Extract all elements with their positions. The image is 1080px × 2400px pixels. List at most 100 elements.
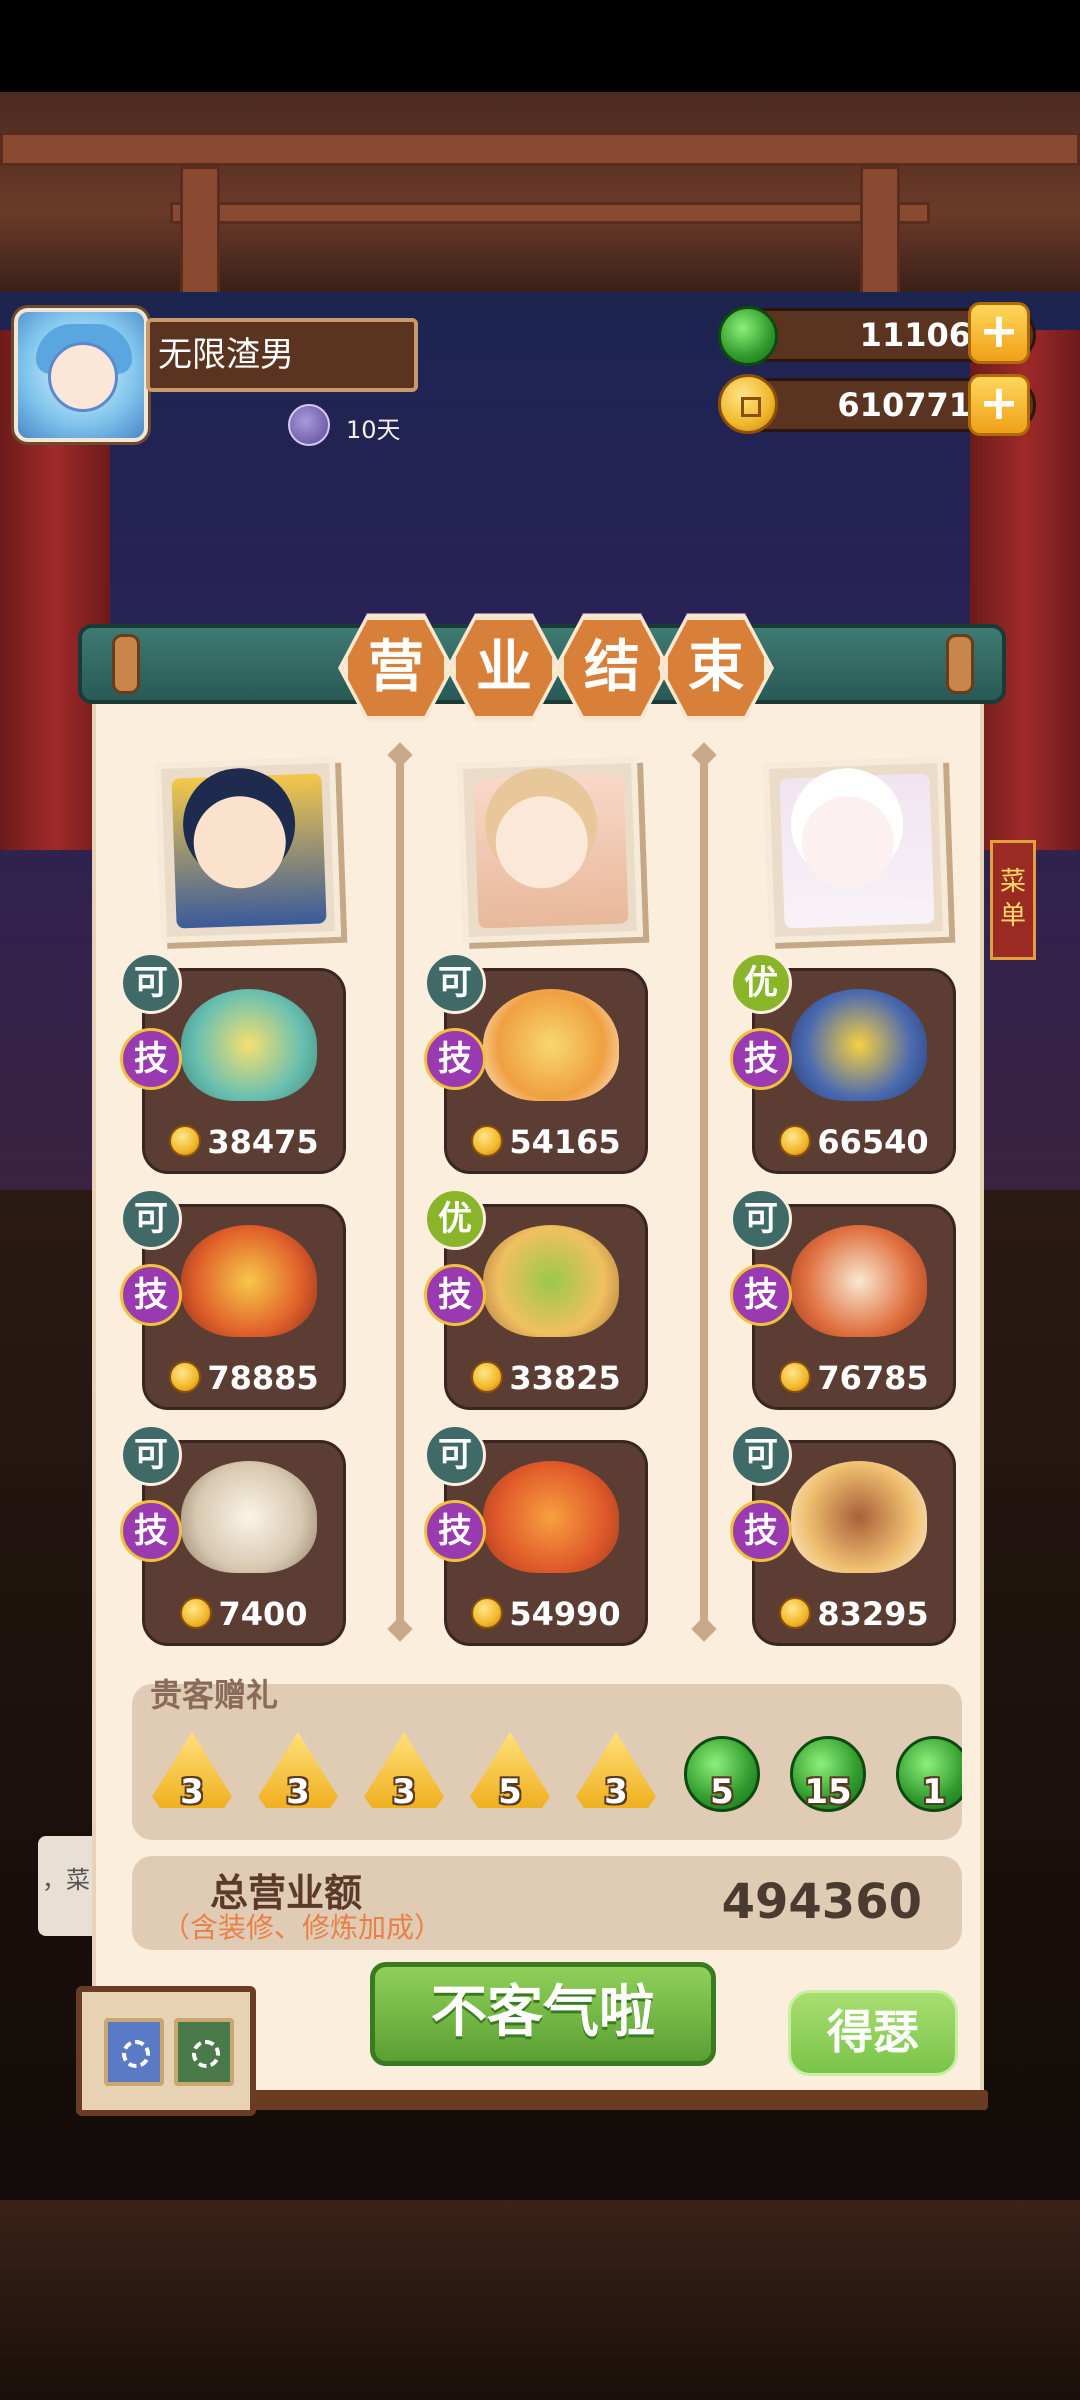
coin-icon <box>169 1125 202 1157</box>
dish-price-value: 76785 <box>817 1359 929 1397</box>
coin-icon <box>180 1597 213 1629</box>
dish-image <box>483 1225 619 1337</box>
grade-badge: 可 <box>730 1188 792 1250</box>
gift-item[interactable]: 15 <box>788 1732 868 1812</box>
grade-badge: 可 <box>730 1424 792 1486</box>
menu-tab[interactable]: 菜单 <box>990 840 1036 960</box>
dish-price: 83295 <box>755 1595 953 1633</box>
gift-section-title: 贵客赠礼 <box>150 1676 279 1714</box>
chef-portrait-2[interactable] <box>456 756 644 944</box>
grade-badge: 优 <box>730 952 792 1014</box>
skill-badge: 技 <box>424 1500 486 1562</box>
grade-badge: 可 <box>120 1188 182 1250</box>
gift-count: 15 <box>804 1772 852 1812</box>
coin-icon <box>779 1125 812 1157</box>
grade-badge: 可 <box>424 952 486 1014</box>
dish-image <box>483 989 619 1101</box>
gift-item[interactable]: 3 <box>258 1732 338 1812</box>
dish-price: 76785 <box>755 1359 953 1397</box>
swap-card-green <box>174 2018 234 2086</box>
gift-item[interactable]: 3 <box>152 1732 232 1812</box>
status-bar <box>0 0 1080 92</box>
gift-item[interactable]: 1 <box>894 1732 962 1812</box>
gift-item[interactable]: 5 <box>682 1732 762 1812</box>
dish-image <box>181 1461 317 1573</box>
coin-icon <box>779 1361 812 1393</box>
skill-badge: 技 <box>120 1500 182 1562</box>
floor-band <box>0 2200 1080 2400</box>
days-count: 10天 <box>346 416 401 444</box>
dish-image <box>181 989 317 1101</box>
skill-badge: 技 <box>424 1264 486 1326</box>
scroll-end-right <box>946 634 974 694</box>
avatar-face <box>48 342 118 412</box>
add-coins-button[interactable]: + <box>968 374 1030 436</box>
show-off-button[interactable]: 得瑟 <box>788 1990 958 2076</box>
column-divider <box>396 760 404 1640</box>
gift-count: 3 <box>604 1772 628 1812</box>
skill-badge: 技 <box>730 1028 792 1090</box>
dish-price-value: 78885 <box>207 1359 319 1397</box>
skill-badge: 技 <box>730 1500 792 1562</box>
restaurant-roof <box>0 92 1080 316</box>
chef-swap-widget[interactable] <box>76 1986 256 2116</box>
gift-count: 3 <box>286 1772 310 1812</box>
jade-icon <box>718 306 778 366</box>
days-badge-icon <box>288 404 330 446</box>
dish-price-value: 54165 <box>509 1123 621 1161</box>
dish-price: 38475 <box>145 1123 343 1161</box>
player-avatar[interactable] <box>14 308 148 442</box>
skill-badge: 技 <box>120 1264 182 1326</box>
confirm-button[interactable]: 不客气啦 <box>370 1962 716 2066</box>
coin-icon <box>169 1361 202 1393</box>
gear-icon <box>192 2040 220 2068</box>
gift-item[interactable]: 3 <box>364 1732 444 1812</box>
dish-image <box>791 989 927 1101</box>
dish-price-value: 66540 <box>817 1123 929 1161</box>
coin-icon <box>471 1125 504 1157</box>
roof-beam <box>170 202 930 224</box>
total-revenue-note: （含装修、修炼加成） <box>162 1911 443 1944</box>
dish-image <box>483 1461 619 1573</box>
coin-icon <box>779 1597 812 1629</box>
dish-image <box>181 1225 317 1337</box>
dish-price: 54165 <box>447 1123 645 1161</box>
grade-badge: 可 <box>120 1424 182 1486</box>
column-divider <box>700 760 708 1640</box>
dish-image <box>791 1461 927 1573</box>
coin-icon <box>471 1361 504 1393</box>
dish-price-value: 83295 <box>817 1595 929 1633</box>
swap-card-blue <box>104 2018 164 2086</box>
dish-price: 78885 <box>145 1359 343 1397</box>
skill-badge: 技 <box>730 1264 792 1326</box>
dish-price: 7400 <box>145 1595 343 1633</box>
gift-item[interactable]: 3 <box>576 1732 656 1812</box>
side-tab-left[interactable]: ，菜 <box>38 1836 92 1936</box>
grade-badge: 可 <box>120 952 182 1014</box>
player-name: 无限渣男 <box>146 318 418 392</box>
roof-beam <box>0 132 1080 166</box>
gift-count: 3 <box>392 1772 416 1812</box>
dish-image <box>791 1225 927 1337</box>
coin-icon <box>718 374 778 434</box>
gift-count: 5 <box>710 1772 734 1812</box>
dish-price-value: 7400 <box>218 1595 308 1633</box>
dish-price-value: 33825 <box>509 1359 621 1397</box>
grade-badge: 优 <box>424 1188 486 1250</box>
gift-count: 3 <box>180 1772 204 1812</box>
gift-item[interactable]: 5 <box>470 1732 550 1812</box>
total-revenue-box: 总营业额 （含装修、修炼加成） 494360 <box>132 1856 962 1950</box>
chef-portrait-3[interactable] <box>762 756 950 944</box>
gift-count: 5 <box>498 1772 522 1812</box>
coin-icon <box>471 1597 504 1629</box>
chef-portrait-1[interactable] <box>154 756 342 944</box>
gear-icon <box>122 2040 150 2068</box>
dish-price: 66540 <box>755 1123 953 1161</box>
scroll-end-left <box>112 634 140 694</box>
add-jade-button[interactable]: + <box>968 302 1030 364</box>
dish-price-value: 54990 <box>509 1595 621 1633</box>
dish-price: 54990 <box>447 1595 645 1633</box>
total-revenue-value: 494360 <box>721 1874 922 1930</box>
skill-badge: 技 <box>424 1028 486 1090</box>
dish-price: 33825 <box>447 1359 645 1397</box>
